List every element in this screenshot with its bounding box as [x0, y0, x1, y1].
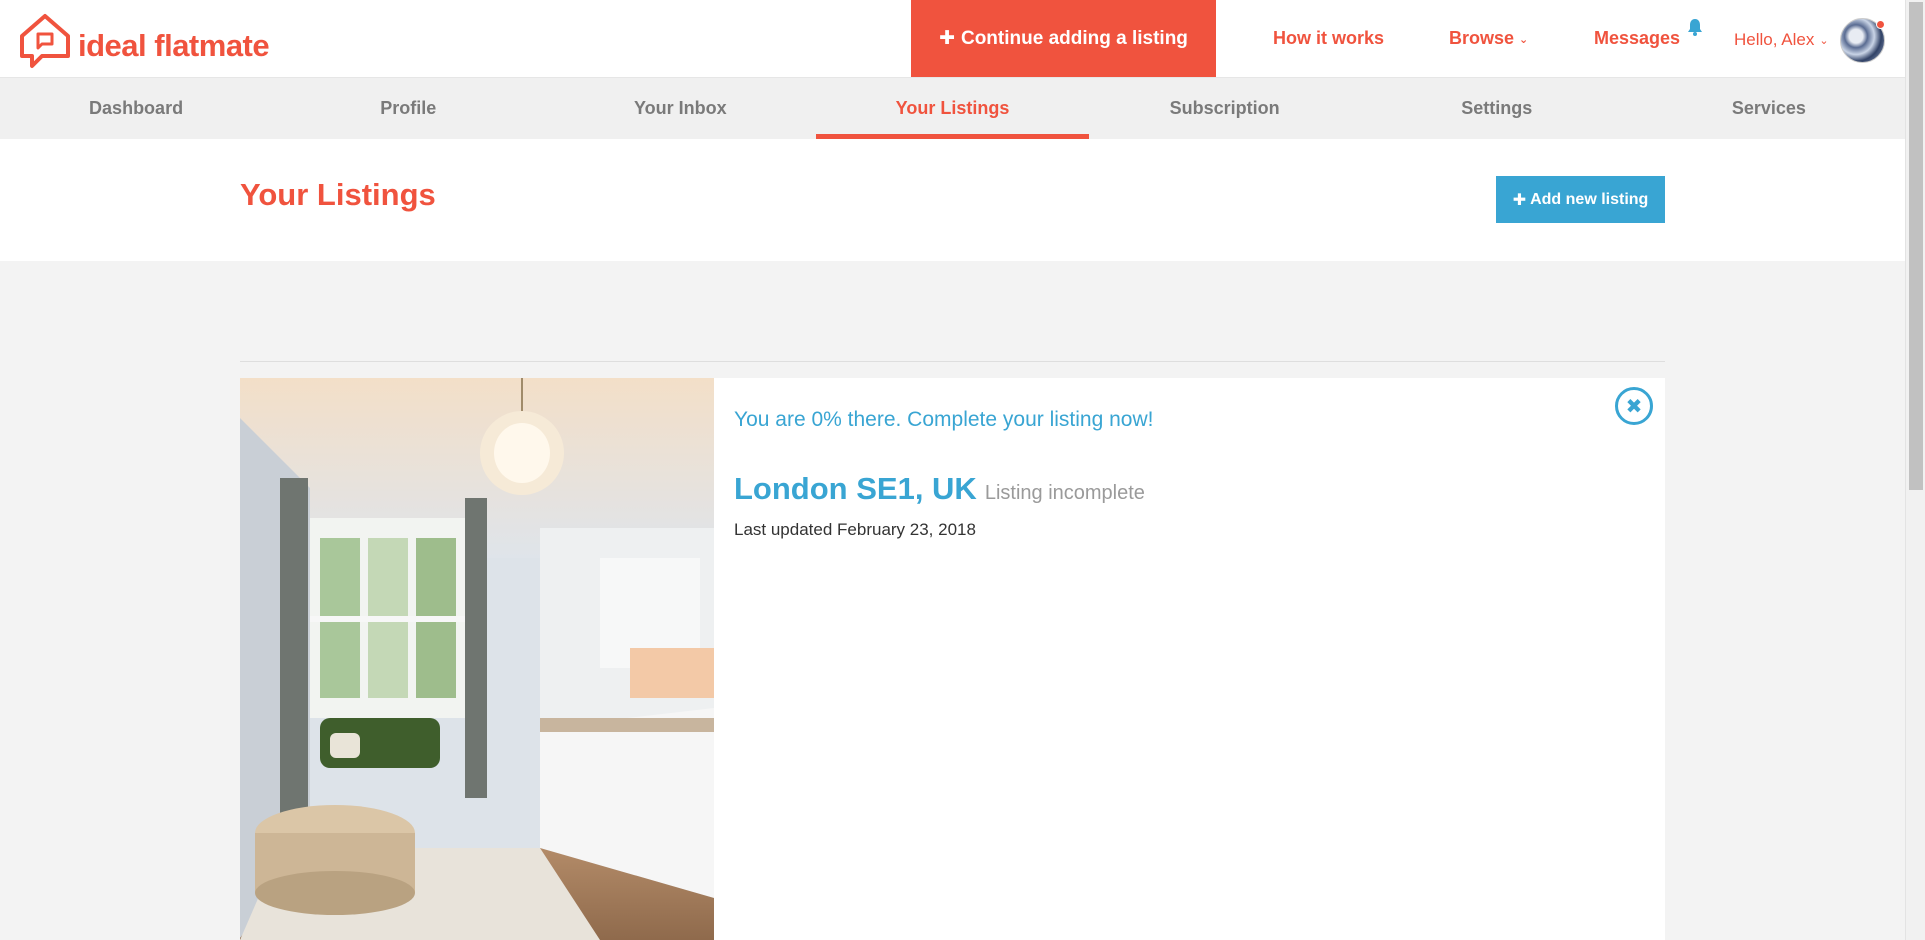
listing-location[interactable]: London SE1, UK: [734, 471, 977, 507]
user-menu[interactable]: Hello, Alex ⌄: [1734, 0, 1829, 80]
last-updated-text: Last updated February 23, 2018: [734, 520, 976, 539]
tab-services[interactable]: Services: [1633, 78, 1905, 139]
notification-dot: [1876, 20, 1885, 29]
logo-text: ideal flatmate: [78, 28, 270, 63]
tab-your-inbox[interactable]: Your Inbox: [544, 78, 816, 139]
how-it-works-link[interactable]: How it works: [1273, 0, 1384, 77]
page-title: Your Listings: [240, 177, 436, 212]
messages-link[interactable]: Messages: [1594, 0, 1680, 77]
account-subnav: Dashboard Profile Your Inbox Your Listin…: [0, 78, 1905, 139]
bell-icon[interactable]: [1687, 18, 1703, 36]
chevron-down-icon: ⌄: [1819, 34, 1829, 47]
continue-listing-label: Continue adding a listing: [960, 27, 1188, 49]
close-symbol: ✖: [1625, 395, 1643, 418]
page-scrollbar[interactable]: [1905, 0, 1925, 940]
logo[interactable]: ideal flatmate: [18, 12, 270, 70]
tab-profile[interactable]: Profile: [272, 78, 544, 139]
add-new-listing-button[interactable]: ✚ Add new listing: [1496, 176, 1665, 223]
location-line: London SE1, UK Listing incomplete: [734, 471, 1145, 507]
add-new-listing-label: Add new listing: [1530, 190, 1649, 208]
tab-settings[interactable]: Settings: [1361, 78, 1633, 139]
greeting-label: Hello, Alex: [1734, 30, 1815, 49]
how-it-works-label: How it works: [1273, 28, 1385, 48]
scrollbar-thumb[interactable]: [1909, 2, 1923, 490]
chevron-down-icon: ⌄: [1519, 34, 1529, 46]
plus-icon: ✚: [1512, 191, 1527, 209]
tab-subscription[interactable]: Subscription: [1089, 78, 1361, 139]
close-icon[interactable]: ✖: [1615, 387, 1653, 425]
tab-dashboard[interactable]: Dashboard: [0, 78, 272, 139]
house-chat-logo-icon: [20, 14, 70, 68]
tab-your-listings[interactable]: Your Listings: [816, 78, 1089, 139]
page-header: Your Listings ✚ Add new listing: [0, 139, 1905, 261]
top-header: ideal flatmate ✚ Continue adding a listi…: [0, 0, 1905, 78]
messages-label: Messages: [1594, 28, 1681, 48]
completion-progress-text[interactable]: You are 0% there. Complete your listing …: [734, 408, 1153, 432]
listing-card: You are 0% there. Complete your listing …: [240, 378, 1665, 940]
card-top-divider: [240, 361, 1665, 379]
listing-photo[interactable]: [240, 378, 714, 940]
continue-listing-button[interactable]: ✚ Continue adding a listing: [911, 0, 1216, 77]
room-photo-image: [240, 378, 714, 940]
browse-menu[interactable]: Browse ⌄: [1449, 0, 1528, 77]
listing-status: Listing incomplete: [984, 482, 1145, 504]
plus-icon: ✚: [939, 28, 955, 49]
browse-label: Browse: [1449, 28, 1515, 48]
